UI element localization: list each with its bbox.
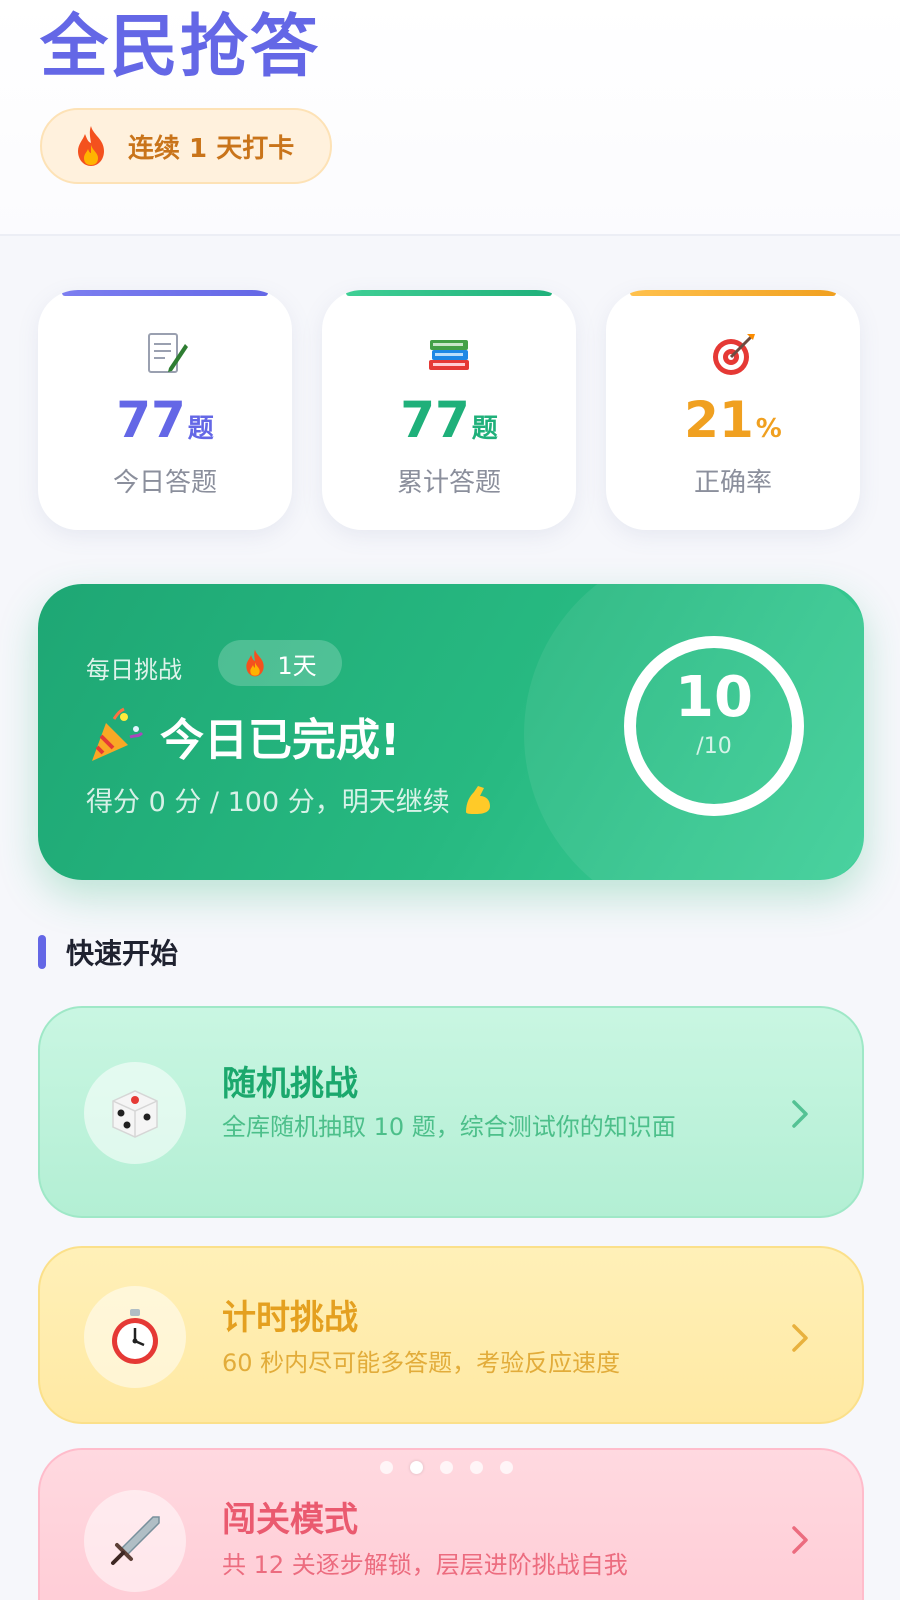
mode-icon-circle — [84, 1286, 186, 1388]
mode-icon-circle — [84, 1490, 186, 1592]
chevron-right-icon — [792, 1526, 808, 1554]
chevron-right-icon — [792, 1100, 808, 1128]
stat-value: 21% — [684, 391, 782, 449]
party-popper-icon — [92, 707, 144, 761]
app-title: 全民抢答 — [40, 8, 321, 87]
daily-status-text: 今日已完成! — [160, 715, 401, 766]
home-screen: 全民抢答 连续 1 天打卡 77题 今日答题 77题 累计答题 21% 正确率 … — [0, 0, 900, 1600]
stat-accent-line — [630, 290, 836, 296]
progress-value: 10 — [675, 665, 753, 730]
mode-title: 计时挑战 — [222, 1298, 358, 1338]
stat-value: 77题 — [400, 391, 498, 449]
books-icon — [429, 340, 469, 370]
flexed-arm-icon — [465, 785, 490, 814]
fire-icon — [78, 126, 104, 166]
daily-days-badge: 1天 — [218, 640, 342, 686]
mode-title: 随机挑战 — [222, 1064, 358, 1104]
stat-value: 77题 — [116, 391, 214, 449]
streak-badge[interactable]: 连续 1 天打卡 — [40, 108, 332, 184]
mode-icon-circle — [84, 1062, 186, 1164]
page-indicator[interactable] — [380, 1461, 530, 1474]
stat-label: 正确率 — [693, 468, 772, 498]
section-title: 快速开始 — [66, 937, 179, 970]
page-dot[interactable] — [440, 1461, 453, 1474]
section-quick-start: 快速开始 — [38, 932, 178, 972]
daily-tag: 每日挑战 — [86, 656, 182, 684]
mode-card-random[interactable]: 随机挑战 全库随机抽取 10 题，综合测试你的知识面 — [38, 1006, 864, 1218]
page-dot[interactable] — [380, 1461, 393, 1474]
stat-label: 今日答题 — [112, 468, 217, 498]
memo-icon — [148, 333, 188, 373]
mode-description: 60 秒内尽可能多答题，考验反应速度 — [222, 1349, 621, 1377]
mode-card-timed[interactable]: 计时挑战 60 秒内尽可能多答题，考验反应速度 — [38, 1246, 864, 1424]
daily-score-text: 得分 0 分 / 100 分，明天继续 — [86, 787, 450, 818]
stat-card-total: 77题 累计答题 — [322, 290, 576, 530]
stopwatch-icon — [112, 1309, 158, 1364]
daily-score: 得分 0 分 / 100 分，明天继续 — [86, 780, 496, 819]
stat-accent-line — [346, 290, 552, 296]
mode-title: 闯关模式 — [222, 1500, 358, 1540]
page-dot[interactable] — [410, 1461, 423, 1474]
fire-icon — [246, 649, 265, 677]
mode-description: 全库随机抽取 10 题，综合测试你的知识面 — [222, 1113, 676, 1141]
sword-icon — [111, 1516, 160, 1565]
stat-card-today: 77题 今日答题 — [38, 290, 292, 530]
page-dot[interactable] — [500, 1461, 513, 1474]
stat-accent-line — [62, 290, 268, 296]
progress-total: /10 — [696, 734, 732, 759]
page-dot[interactable] — [470, 1461, 483, 1474]
stat-label: 累计答题 — [396, 468, 501, 498]
target-icon — [713, 334, 755, 375]
stat-card-accuracy: 21% 正确率 — [606, 290, 860, 530]
dice-icon — [112, 1090, 158, 1138]
chevron-right-icon — [792, 1324, 808, 1352]
streak-text: 连续 1 天打卡 — [128, 133, 295, 164]
daily-challenge-card[interactable]: 每日挑战 1天 今日已完成! 得分 0 分 / 100 分，明天继续 10 /1… — [38, 584, 864, 880]
section-accent-bar — [38, 935, 46, 969]
daily-status: 今日已完成! — [86, 704, 400, 768]
mode-description: 共 12 关逐步解锁，层层进阶挑战自我 — [222, 1551, 628, 1579]
header: 全民抢答 连续 1 天打卡 — [0, 0, 900, 236]
daily-days: 1天 — [277, 651, 317, 680]
